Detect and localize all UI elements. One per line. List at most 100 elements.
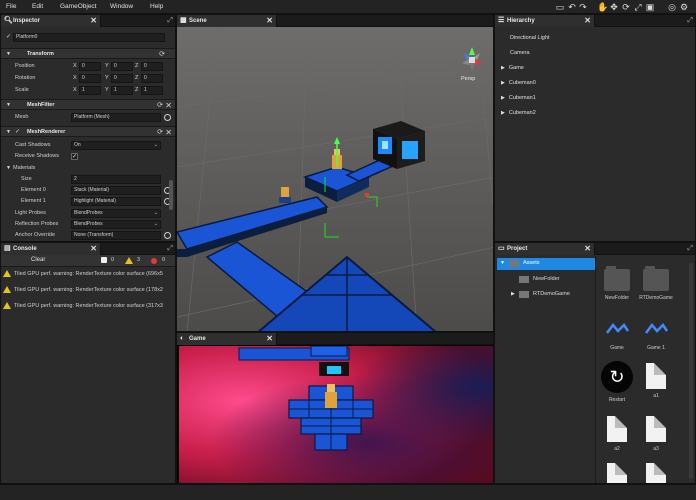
tab-project[interactable]: ▭ Project ✕ [495,243,595,255]
tab-console[interactable]: ▤ Console ✕ [1,243,101,255]
tab-game[interactable]: ◐ Game ✕ [177,333,277,345]
rotation-z-field[interactable]: 0 [141,74,163,83]
menu-window[interactable]: Window [110,3,133,10]
asset-document[interactable]: a2 [597,416,637,452]
reset-icon[interactable]: ⟳ [157,127,163,138]
console-message[interactable]: Tiled GPU perf. warning: RenderTexture c… [3,285,173,296]
close-icon[interactable]: ✕ [90,243,97,255]
scale-x-field[interactable]: 1 [79,86,101,95]
expand-triangle-icon[interactable]: ▶ [511,291,515,297]
asset-material[interactable]: Game 1 [636,319,676,351]
scale-tool-icon[interactable]: ⤢ [633,2,643,12]
undo-icon[interactable]: ↶ [567,2,577,12]
scene-viewport[interactable] [177,27,494,332]
element1-field[interactable]: Highlight (Material) [71,197,161,206]
scrollbar[interactable] [169,180,173,210]
object-picker-icon[interactable] [164,232,171,239]
anchor-override-field[interactable]: None (Transform) [71,231,161,240]
hand-tool-icon[interactable]: ✋ [597,2,608,12]
settings-icon[interactable]: ⚙ [679,2,689,12]
asset-document[interactable]: a3 [636,416,676,452]
hierarchy-item[interactable]: ▶ Cubeman0 [501,78,536,88]
size-field[interactable]: 2 [71,175,161,184]
menu-file[interactable]: File [6,3,16,10]
maximize-icon[interactable]: ⤢ [167,245,173,253]
reflection-probes-dropdown[interactable]: BlendProbes ⌄ [71,220,161,229]
expand-triangle-icon[interactable]: ▶ [501,80,505,86]
cast-shadows-dropdown[interactable]: On ⌄ [71,141,161,150]
asset-folder[interactable]: NewFolder [597,266,637,301]
asset-folder[interactable]: RTDemoGame [636,266,676,301]
clear-button[interactable]: Clear [31,257,45,263]
hierarchy-item[interactable]: ▶ Cubeman2 [501,108,536,118]
console-message[interactable]: Tiled GPU perf. warning: RenderTexture c… [3,301,173,312]
maximize-icon[interactable]: ⤢ [687,245,693,253]
close-icon[interactable]: ✕ [266,15,273,27]
scrollbar[interactable] [689,263,693,479]
hierarchy-item[interactable]: Directional Light [510,33,549,43]
menu-edit[interactable]: Edit [32,3,43,10]
remove-component-icon[interactable]: ✕ [165,100,172,111]
position-z-field[interactable]: 0 [141,62,163,71]
close-icon[interactable]: ✕ [266,333,273,345]
expand-triangle-icon[interactable]: ▶ [501,65,505,71]
hierarchy-item[interactable]: ▶ Cubeman1 [501,93,536,103]
rect-tool-icon[interactable]: ▣ [645,2,655,12]
meshfilter-header[interactable]: ▼ MeshFilter ⟳ ✕ [1,99,175,110]
screen-icon[interactable]: ▭ [555,2,565,12]
reset-icon[interactable]: ⟳ [159,49,165,60]
remove-component-icon[interactable]: ✕ [165,127,172,138]
expand-triangle-icon[interactable]: ▶ [501,110,505,116]
position-y-field[interactable]: 0 [111,62,133,71]
anchor-override-row: Anchor Override None (Transform) [1,230,175,241]
perspective-label[interactable]: Persp [461,76,475,82]
tree-item-rtdemogame[interactable]: ▶ RTDemoGame [497,289,595,301]
menu-help[interactable]: Help [150,3,163,10]
rotation-x-field[interactable]: 0 [79,74,101,83]
light-probes-dropdown[interactable]: BlendProbes ⌄ [71,209,161,218]
object-picker-icon[interactable] [164,114,171,121]
asset-document[interactable]: a1 [636,363,676,399]
move-tool-icon[interactable]: ✥ [609,2,619,12]
enabled-checkbox[interactable]: ✓ [15,127,20,138]
rotate-tool-icon[interactable]: ⟳ [621,2,631,12]
tree-item-assets[interactable]: ▼ Assets [497,258,595,270]
mesh-field[interactable]: Platform (Mesh) [71,113,161,122]
close-icon[interactable]: ✕ [584,243,591,255]
maximize-icon[interactable]: ⤢ [167,17,173,25]
asset-material[interactable]: Game [597,319,637,351]
position-x-field[interactable]: 0 [79,62,101,71]
maximize-icon[interactable]: ⤢ [687,17,693,25]
receive-shadows-checkbox[interactable]: ✓ [71,153,78,160]
expand-triangle-icon[interactable]: ▶ [501,95,505,101]
scale-z-field[interactable]: 1 [141,86,163,95]
transform-header[interactable]: ▼ Transform ⟳ [1,48,175,59]
active-checkbox[interactable]: ✓ [5,34,12,41]
error-icon[interactable] [151,258,157,264]
console-message[interactable]: Tiled GPU perf. warning: RenderTexture c… [3,269,173,280]
tree-item-newfolder[interactable]: NewFolder [497,274,595,286]
menu-gameobject[interactable]: GameObject [60,3,97,10]
close-icon[interactable]: ✕ [584,15,591,27]
rotation-y-field[interactable]: 0 [111,74,133,83]
hierarchy-item[interactable]: Camera [510,48,530,58]
element0-field[interactable]: Stack (Material) [71,186,161,195]
asset-document[interactable] [636,463,676,483]
asset-document[interactable] [597,463,637,483]
close-icon[interactable]: ✕ [90,15,97,27]
info-icon[interactable] [101,257,107,263]
scale-y-field[interactable]: 1 [111,86,133,95]
redo-icon[interactable]: ↷ [578,2,588,12]
object-name-field[interactable]: Platform0 [13,33,165,42]
materials-row[interactable]: ▼ Materials [1,163,175,174]
game-viewport[interactable] [179,346,493,484]
reset-icon[interactable]: ⟳ [157,100,163,111]
hierarchy-item[interactable]: ▶ Game [501,63,524,73]
tab-hierarchy[interactable]: ☰ Hierarchy ✕ [495,15,595,27]
asset-restart[interactable]: ↻ Restart [597,361,637,403]
tab-inspector[interactable]: 🔍︎ Inspector ✕ [1,15,101,27]
meshrenderer-header[interactable]: ▼ ✓ MeshRenderer ⟳ ✕ [1,126,175,137]
warning-icon[interactable] [125,257,133,264]
tab-scene[interactable]: ▦ Scene ✕ [177,15,277,27]
unity-icon[interactable]: ◎ [667,2,677,12]
